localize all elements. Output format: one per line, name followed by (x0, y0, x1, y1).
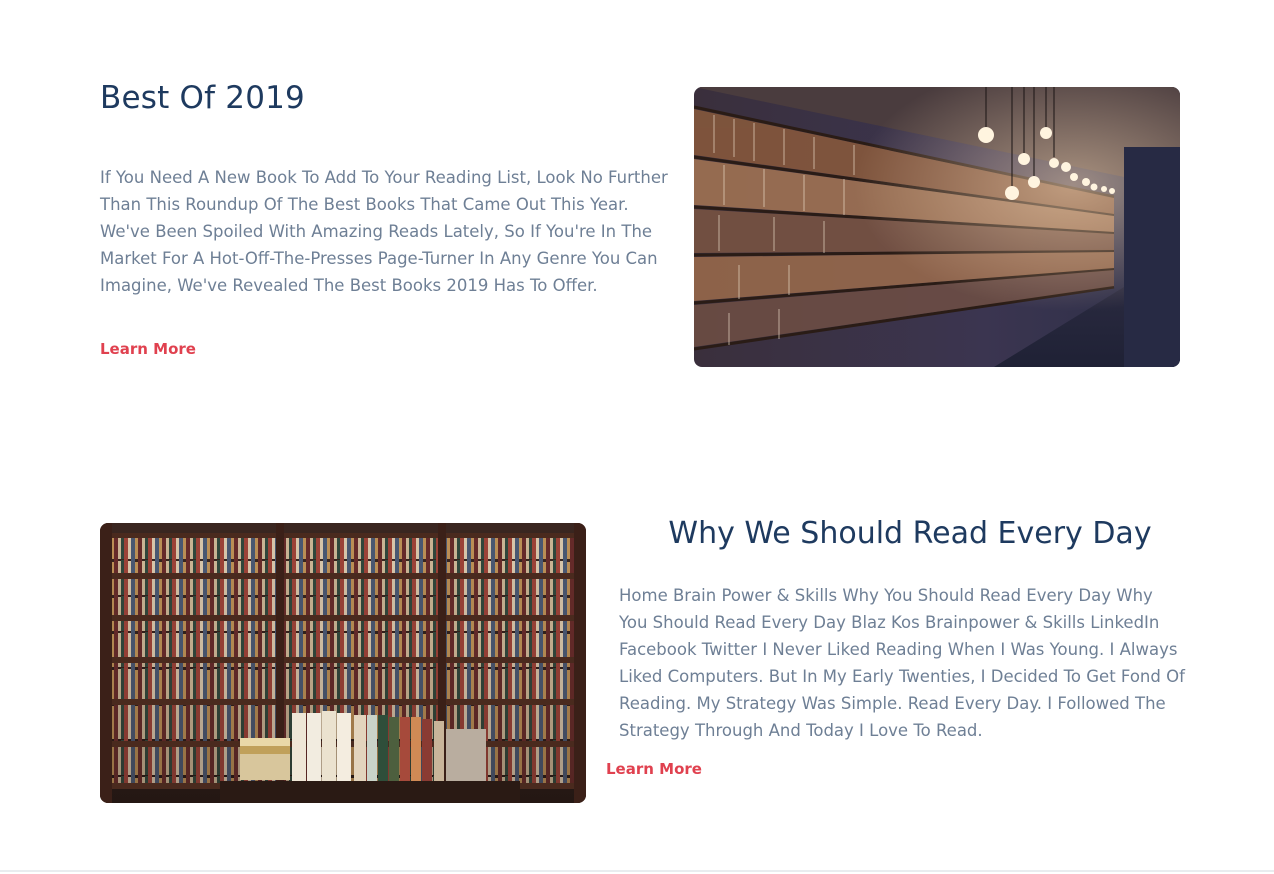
article-excerpt: If You Need A New Book To Add To Your Re… (100, 168, 668, 295)
article-excerpt: Home Brain Power & Skills Why You Should… (619, 586, 1185, 740)
article-title: Best Of 2019 (100, 80, 305, 116)
library-aisle-image (694, 87, 1180, 367)
page: Best Of 2019 If You Need A New Book To A… (0, 0, 1274, 874)
article-title: Why We Should Read Every Day (668, 516, 1152, 551)
footer-divider (0, 870, 1274, 872)
learn-more-link[interactable]: Learn More (606, 760, 702, 778)
learn-more-link[interactable]: Learn More (100, 340, 196, 358)
bookshop-shelves-image (100, 523, 586, 803)
